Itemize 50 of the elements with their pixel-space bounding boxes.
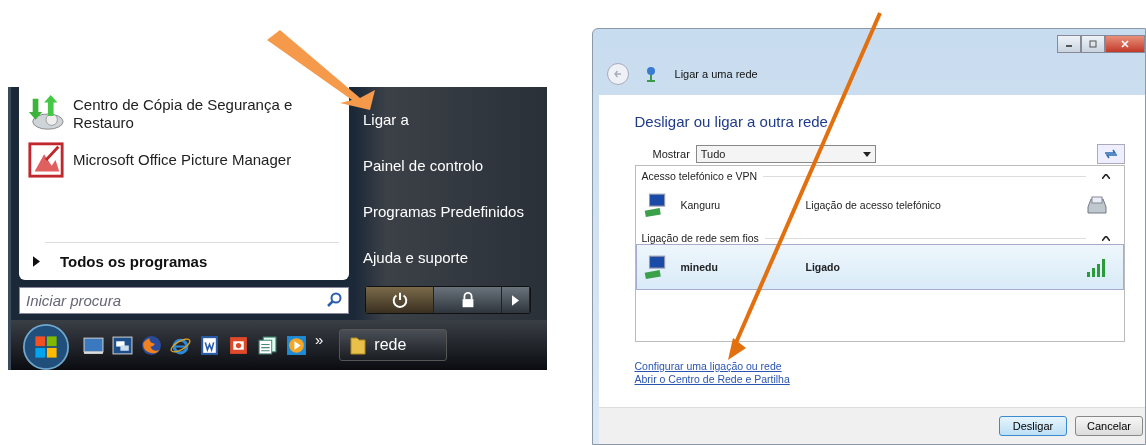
maximize-button[interactable]: [1081, 35, 1105, 53]
group-header: Acesso telefónico e VPN: [641, 170, 758, 182]
minimize-button[interactable]: [1057, 35, 1081, 53]
document-icon[interactable]: [199, 334, 220, 356]
connection-row[interactable]: minedu Ligado: [635, 244, 1124, 290]
phone-icon: [1085, 193, 1109, 217]
arrows-icon: [1103, 148, 1119, 160]
options-button[interactable]: [502, 287, 530, 313]
primary-button[interactable]: Desligar: [999, 416, 1067, 436]
collapse-chevron-icon[interactable]: [1102, 173, 1110, 179]
left-arrow-icon: [611, 68, 624, 80]
refresh-button[interactable]: [1097, 144, 1125, 164]
link[interactable]: Configurar uma ligação ou rede: [634, 360, 782, 373]
menu-item[interactable]: Ajuda e suporte: [363, 234, 524, 280]
search-icon: [326, 291, 342, 308]
play-icon[interactable]: [286, 334, 307, 356]
power-icon: [390, 291, 409, 309]
menu-item[interactable]: Ligar a: [363, 97, 524, 143]
collapse-chevron-icon[interactable]: [1102, 235, 1110, 241]
document-stack-icon[interactable]: [257, 334, 278, 356]
connection-row[interactable]: Kanguru Ligação de acesso telefónico: [635, 182, 1124, 228]
secondary-button[interactable]: Cancelar: [1075, 416, 1143, 436]
start-orb-button[interactable]: [21, 324, 71, 370]
close-icon: [1120, 39, 1130, 49]
dropdown-arrow-icon: [862, 151, 871, 157]
slides-icon[interactable]: [228, 334, 249, 356]
window-title: Ligar a uma rede: [674, 68, 758, 80]
taskbar-button[interactable]: rede: [339, 329, 448, 361]
folder-icon: [350, 335, 367, 355]
globe-icon[interactable]: [141, 334, 162, 356]
filter-label: Mostrar: [652, 148, 690, 160]
picture-icon: [25, 141, 67, 179]
link[interactable]: Abrir o Centro de Rede e Partilha: [634, 373, 790, 386]
program-item[interactable]: Centro de Cópia de Segurança e Restauro: [19, 91, 349, 137]
search-field[interactable]: Iniciar procura: [19, 286, 349, 314]
power-button[interactable]: [366, 287, 434, 313]
more-icons-chevron[interactable]: »: [315, 330, 324, 348]
close-button[interactable]: [1105, 35, 1145, 53]
program-item[interactable]: Microsoft Office Picture Manager: [19, 137, 349, 183]
filter-dropdown[interactable]: Tudo: [695, 145, 876, 163]
all-programs-item[interactable]: Todos os programas: [19, 243, 349, 280]
triangle-icon: [512, 294, 519, 306]
lock-button[interactable]: [434, 287, 502, 313]
group-header: Ligação de rede sem fios: [641, 232, 759, 244]
window-stack-icon[interactable]: [112, 334, 133, 356]
menu-item[interactable]: Painel de controlo: [363, 142, 524, 189]
dialog-heading: Desligar ou ligar a outra rede: [634, 113, 829, 130]
maximize-icon: [1088, 39, 1098, 49]
triangle-icon: [33, 256, 40, 267]
menu-item[interactable]: Programas Predefinidos: [363, 188, 524, 235]
